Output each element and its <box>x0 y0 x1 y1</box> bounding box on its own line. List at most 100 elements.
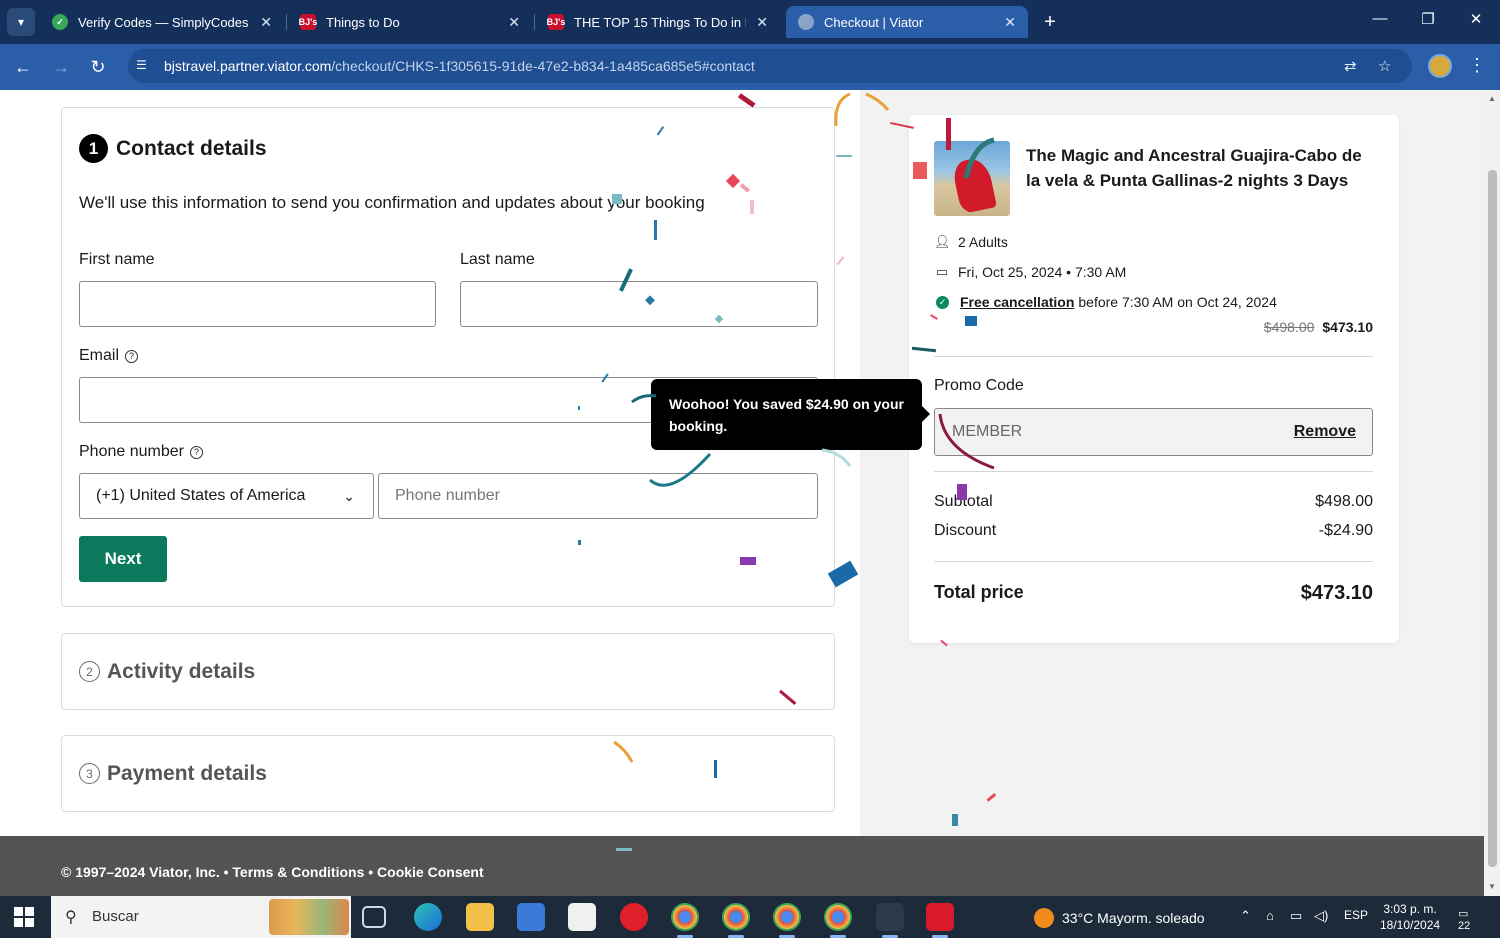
translate-icon[interactable]: ⇄ <box>1344 57 1357 75</box>
tab-top-15-rio[interactable]: BJ's THE TOP 15 Things To Do in Rio ✕ <box>536 6 780 38</box>
confetti-piece <box>739 183 751 193</box>
confetti-piece <box>986 793 997 802</box>
app-icon[interactable] <box>926 903 954 938</box>
mail-icon[interactable] <box>568 903 596 931</box>
chrome-icon[interactable] <box>773 903 801 938</box>
search-highlight-image <box>269 899 349 935</box>
sun-icon <box>1034 908 1054 928</box>
confetti-piece <box>578 540 581 545</box>
confetti-streamer <box>865 92 890 111</box>
browser-toolbar: ← → ↻ ☰ bjstravel.partner.viator.com/che… <box>0 44 1500 90</box>
confetti-streamer <box>648 452 712 487</box>
back-arrow-icon[interactable]: ← <box>11 55 35 79</box>
scroll-up-icon[interactable]: ▲ <box>1488 94 1496 103</box>
page-scrollbar[interactable]: ▲ ▼ <box>1484 90 1500 896</box>
bookmark-star-icon[interactable]: ☆ <box>1378 57 1391 75</box>
notifications-icon[interactable]: ▭ 22 <box>1458 907 1480 932</box>
confetti-piece <box>952 814 958 826</box>
forward-arrow-icon[interactable]: → <box>49 55 73 79</box>
confetti-streamer <box>834 92 851 127</box>
opera-icon[interactable] <box>620 903 648 931</box>
page-footer: © 1997–2024 Viator, Inc. • Terms & Condi… <box>0 836 1484 896</box>
tab-checkout-viator[interactable]: Checkout | Viator ✕ <box>786 6 1028 38</box>
confetti-streamer <box>821 448 852 467</box>
close-tab-icon[interactable]: ✕ <box>1004 14 1016 31</box>
edge-icon[interactable] <box>414 903 442 931</box>
confetti-streamer <box>963 137 995 179</box>
close-tab-icon[interactable]: ✕ <box>260 14 272 31</box>
windows-start-icon[interactable] <box>14 907 34 927</box>
confetti-piece <box>911 346 937 353</box>
minimize-icon[interactable]: — <box>1365 10 1395 27</box>
checkout-page: 1 Contact details We'll use this informa… <box>0 90 1484 836</box>
close-tab-icon[interactable]: ✕ <box>756 14 768 31</box>
chrome-icon[interactable] <box>671 903 699 938</box>
browser-menu-icon[interactable]: ⋮ <box>1468 55 1486 76</box>
confetti-piece <box>827 560 859 588</box>
confetti-streamer <box>631 394 657 404</box>
network-icon[interactable]: ▭ <box>1290 908 1302 924</box>
confetti-piece <box>946 118 951 150</box>
confetti-piece <box>601 373 609 383</box>
close-tab-icon[interactable]: ✕ <box>508 14 520 31</box>
clock-time: 3:03 p. m. <box>1383 902 1437 916</box>
confetti-piece <box>578 406 580 410</box>
simplycodes-favicon-icon: ✓ <box>52 14 68 30</box>
confetti-piece <box>957 484 967 500</box>
tab-title: THE TOP 15 Things To Do in Rio <box>574 14 746 30</box>
profile-avatar[interactable] <box>1428 54 1452 78</box>
language-indicator[interactable]: ESP <box>1344 908 1368 922</box>
tab-simplycodes[interactable]: ✓ Verify Codes — SimplyCodes ✕ <box>40 6 284 38</box>
footer-links[interactable]: © 1997–2024 Viator, Inc. • Terms & Condi… <box>61 864 484 880</box>
browser-tabbar: ▾ ✓ Verify Codes — SimplyCodes ✕ BJ's Th… <box>0 0 1500 44</box>
confetti-piece <box>714 760 717 778</box>
app-icon[interactable] <box>876 903 904 938</box>
chrome-icon[interactable] <box>824 903 852 938</box>
volume-icon[interactable]: ◁) <box>1314 908 1328 924</box>
taskbar-clock[interactable]: 3:03 p. m. 18/10/2024 <box>1380 901 1440 933</box>
confetti-piece <box>890 121 914 129</box>
taskbar-search[interactable]: ⚲ Buscar <box>51 896 351 938</box>
tab-title: Checkout | Viator <box>824 14 924 30</box>
confetti-piece <box>836 155 852 157</box>
confetti-piece <box>779 689 797 705</box>
microsoft-store-icon[interactable] <box>517 903 545 931</box>
confetti-piece <box>836 256 845 266</box>
scroll-down-icon[interactable]: ▼ <box>1488 882 1496 891</box>
reload-icon[interactable]: ↻ <box>86 55 110 79</box>
confetti-piece <box>714 314 724 324</box>
confetti-streamer <box>938 413 995 470</box>
new-tab-button[interactable]: + <box>1038 10 1062 34</box>
tab-title: Verify Codes — SimplyCodes <box>78 14 249 30</box>
weather-widget[interactable]: 33°C Mayorm. soleado <box>1034 908 1205 928</box>
tab-title: Things to Do <box>326 14 400 30</box>
tab-search-button[interactable]: ▾ <box>7 8 35 36</box>
confetti-piece <box>654 220 657 240</box>
tab-separator <box>534 14 535 30</box>
confetti-piece <box>740 557 756 565</box>
file-explorer-icon[interactable] <box>466 903 494 931</box>
tab-things-to-do[interactable]: BJ's Things to Do ✕ <box>288 6 532 38</box>
restore-icon[interactable]: ❐ <box>1413 10 1443 28</box>
taskbar-search-text: Buscar <box>92 908 139 925</box>
confetti-streamer <box>613 740 634 763</box>
device-icon[interactable]: ⌂ <box>1266 908 1274 923</box>
task-view-icon[interactable] <box>362 906 386 928</box>
globe-favicon-icon <box>798 14 814 30</box>
confetti-piece <box>656 126 665 136</box>
close-window-icon[interactable]: ✕ <box>1461 10 1491 28</box>
chevron-up-icon[interactable]: ⌃ <box>1240 908 1251 924</box>
notification-count: 22 <box>1458 920 1471 932</box>
scrollbar-thumb[interactable] <box>1488 170 1497 867</box>
url-host: bjstravel.partner.viator.com <box>164 58 332 74</box>
confetti-piece <box>930 314 938 320</box>
search-icon: ⚲ <box>65 909 77 926</box>
chrome-icon[interactable] <box>722 903 750 938</box>
confetti-overlay <box>578 92 997 826</box>
address-bar[interactable]: ☰ bjstravel.partner.viator.com/checkout/… <box>128 49 1412 83</box>
confetti-piece <box>940 639 948 647</box>
url-text[interactable]: bjstravel.partner.viator.com/checkout/CH… <box>164 58 755 74</box>
weather-text: 33°C Mayorm. soleado <box>1062 910 1205 926</box>
site-info-icon[interactable]: ☰ <box>136 58 152 74</box>
confetti-piece <box>737 93 756 108</box>
